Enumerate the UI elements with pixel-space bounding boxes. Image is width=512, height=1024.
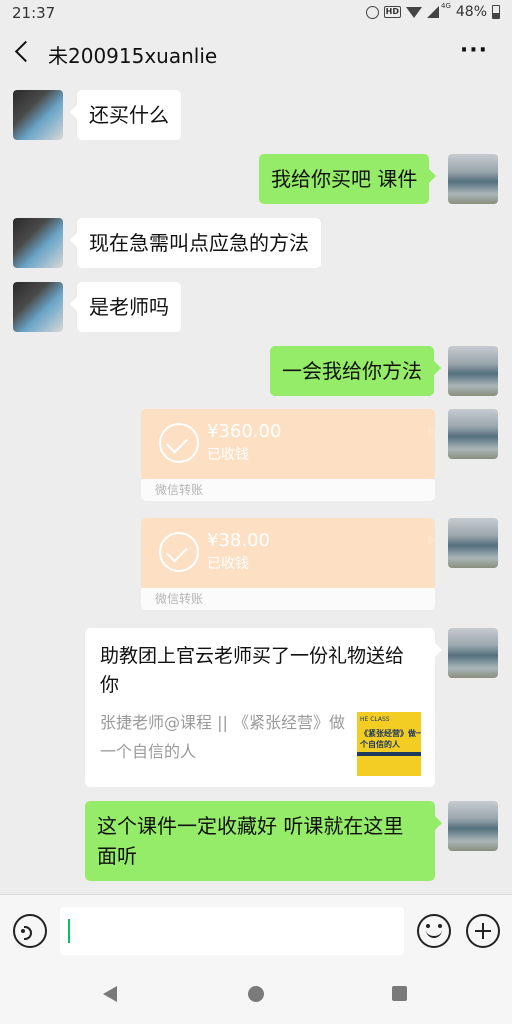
status-bar: 21:37 HD 4G 48%: [0, 0, 512, 26]
transfer-card[interactable]: ¥360.00 已收钱 微信转账: [141, 409, 435, 501]
avatar[interactable]: [448, 346, 498, 396]
gift-card[interactable]: 助教团上官云老师买了一份礼物送给你 张捷老师@课程 || 《紧张经营》做一个自信…: [85, 628, 442, 787]
chat-title: 未200915xuanlie: [48, 44, 218, 68]
transfer-status: 已收钱: [207, 447, 249, 463]
message-list[interactable]: 还买什么 我给你买吧 课件 现在急需叫点应急的方法 是老师吗 一会我给你方法 ¥…: [0, 82, 512, 894]
hd-icon: HD: [383, 6, 401, 18]
network-type: 4G: [440, 2, 451, 10]
avatar[interactable]: [448, 628, 498, 678]
message-text: 这个课件一定收藏好 听课就在这里面听: [97, 814, 404, 868]
check-circle-icon: [159, 532, 199, 572]
gift-thumbnail-title: 《紧张经营》做一个自信的人: [360, 729, 421, 749]
input-bar: [0, 894, 512, 966]
avatar[interactable]: [448, 409, 498, 459]
message-bubble-outgoing[interactable]: 这个课件一定收藏好 听课就在这里面听: [85, 801, 442, 881]
message-bubble-incoming[interactable]: 是老师吗: [70, 282, 181, 332]
gift-thumbnail-caption: HE CLASS: [360, 716, 390, 723]
check-circle-icon: [159, 423, 199, 463]
message-bubble-incoming[interactable]: 还买什么: [70, 90, 181, 140]
gift-description: 张捷老师@课程 || 《紧张经营》做一个自信的人: [100, 713, 345, 761]
emoji-icon[interactable]: [417, 914, 451, 948]
signal-icon: [426, 6, 439, 18]
nav-home-icon[interactable]: [248, 986, 264, 1002]
status-icons: HD 4G 48%: [365, 2, 500, 20]
gift-thumbnail: HE CLASS 《紧张经营》做一个自信的人: [357, 712, 421, 776]
transfer-status: 已收钱: [207, 556, 249, 572]
chevron-left-icon[interactable]: [14, 40, 37, 63]
avatar[interactable]: [13, 90, 63, 140]
transfer-label: 微信转账: [141, 479, 435, 501]
avatar[interactable]: [13, 218, 63, 268]
message-text: 还买什么: [89, 103, 169, 127]
message-bubble-incoming[interactable]: 现在急需叫点应急的方法: [70, 218, 321, 268]
plus-icon[interactable]: [466, 914, 500, 948]
transfer-card[interactable]: ¥38.00 已收钱 微信转账: [141, 518, 435, 610]
message-input[interactable]: [60, 907, 404, 955]
battery-percent: 48%: [455, 4, 487, 20]
message-bubble-outgoing[interactable]: 我给你买吧 课件: [259, 154, 437, 204]
wifi-icon: [405, 6, 422, 18]
avatar[interactable]: [448, 801, 498, 851]
gift-title: 助教团上官云老师买了一份礼物送给你: [100, 645, 405, 696]
message-bubble-outgoing[interactable]: 一会我给你方法: [270, 346, 441, 396]
chat-header: 未200915xuanlie ···: [0, 26, 512, 82]
avatar[interactable]: [448, 154, 498, 204]
status-time: 21:37: [12, 4, 56, 22]
message-text: 现在急需叫点应急的方法: [89, 231, 309, 255]
message-text: 是老师吗: [89, 295, 169, 319]
alarm-icon: [365, 5, 379, 19]
avatar[interactable]: [448, 518, 498, 568]
nav-back-icon[interactable]: [103, 986, 117, 1002]
text-cursor: [68, 919, 70, 943]
battery-icon: [492, 5, 500, 19]
transfer-amount: ¥38.00: [207, 530, 270, 551]
more-icon[interactable]: ···: [460, 38, 488, 63]
nav-recents-icon[interactable]: [392, 986, 407, 1001]
gift-thumbnail-band: [357, 752, 421, 756]
avatar[interactable]: [13, 282, 63, 332]
system-nav-bar: [0, 966, 512, 1024]
message-text: 一会我给你方法: [282, 359, 422, 383]
transfer-amount: ¥360.00: [207, 421, 282, 442]
message-text: 我给你买吧 课件: [271, 167, 418, 191]
transfer-label: 微信转账: [141, 588, 435, 610]
voice-icon[interactable]: [13, 914, 47, 948]
